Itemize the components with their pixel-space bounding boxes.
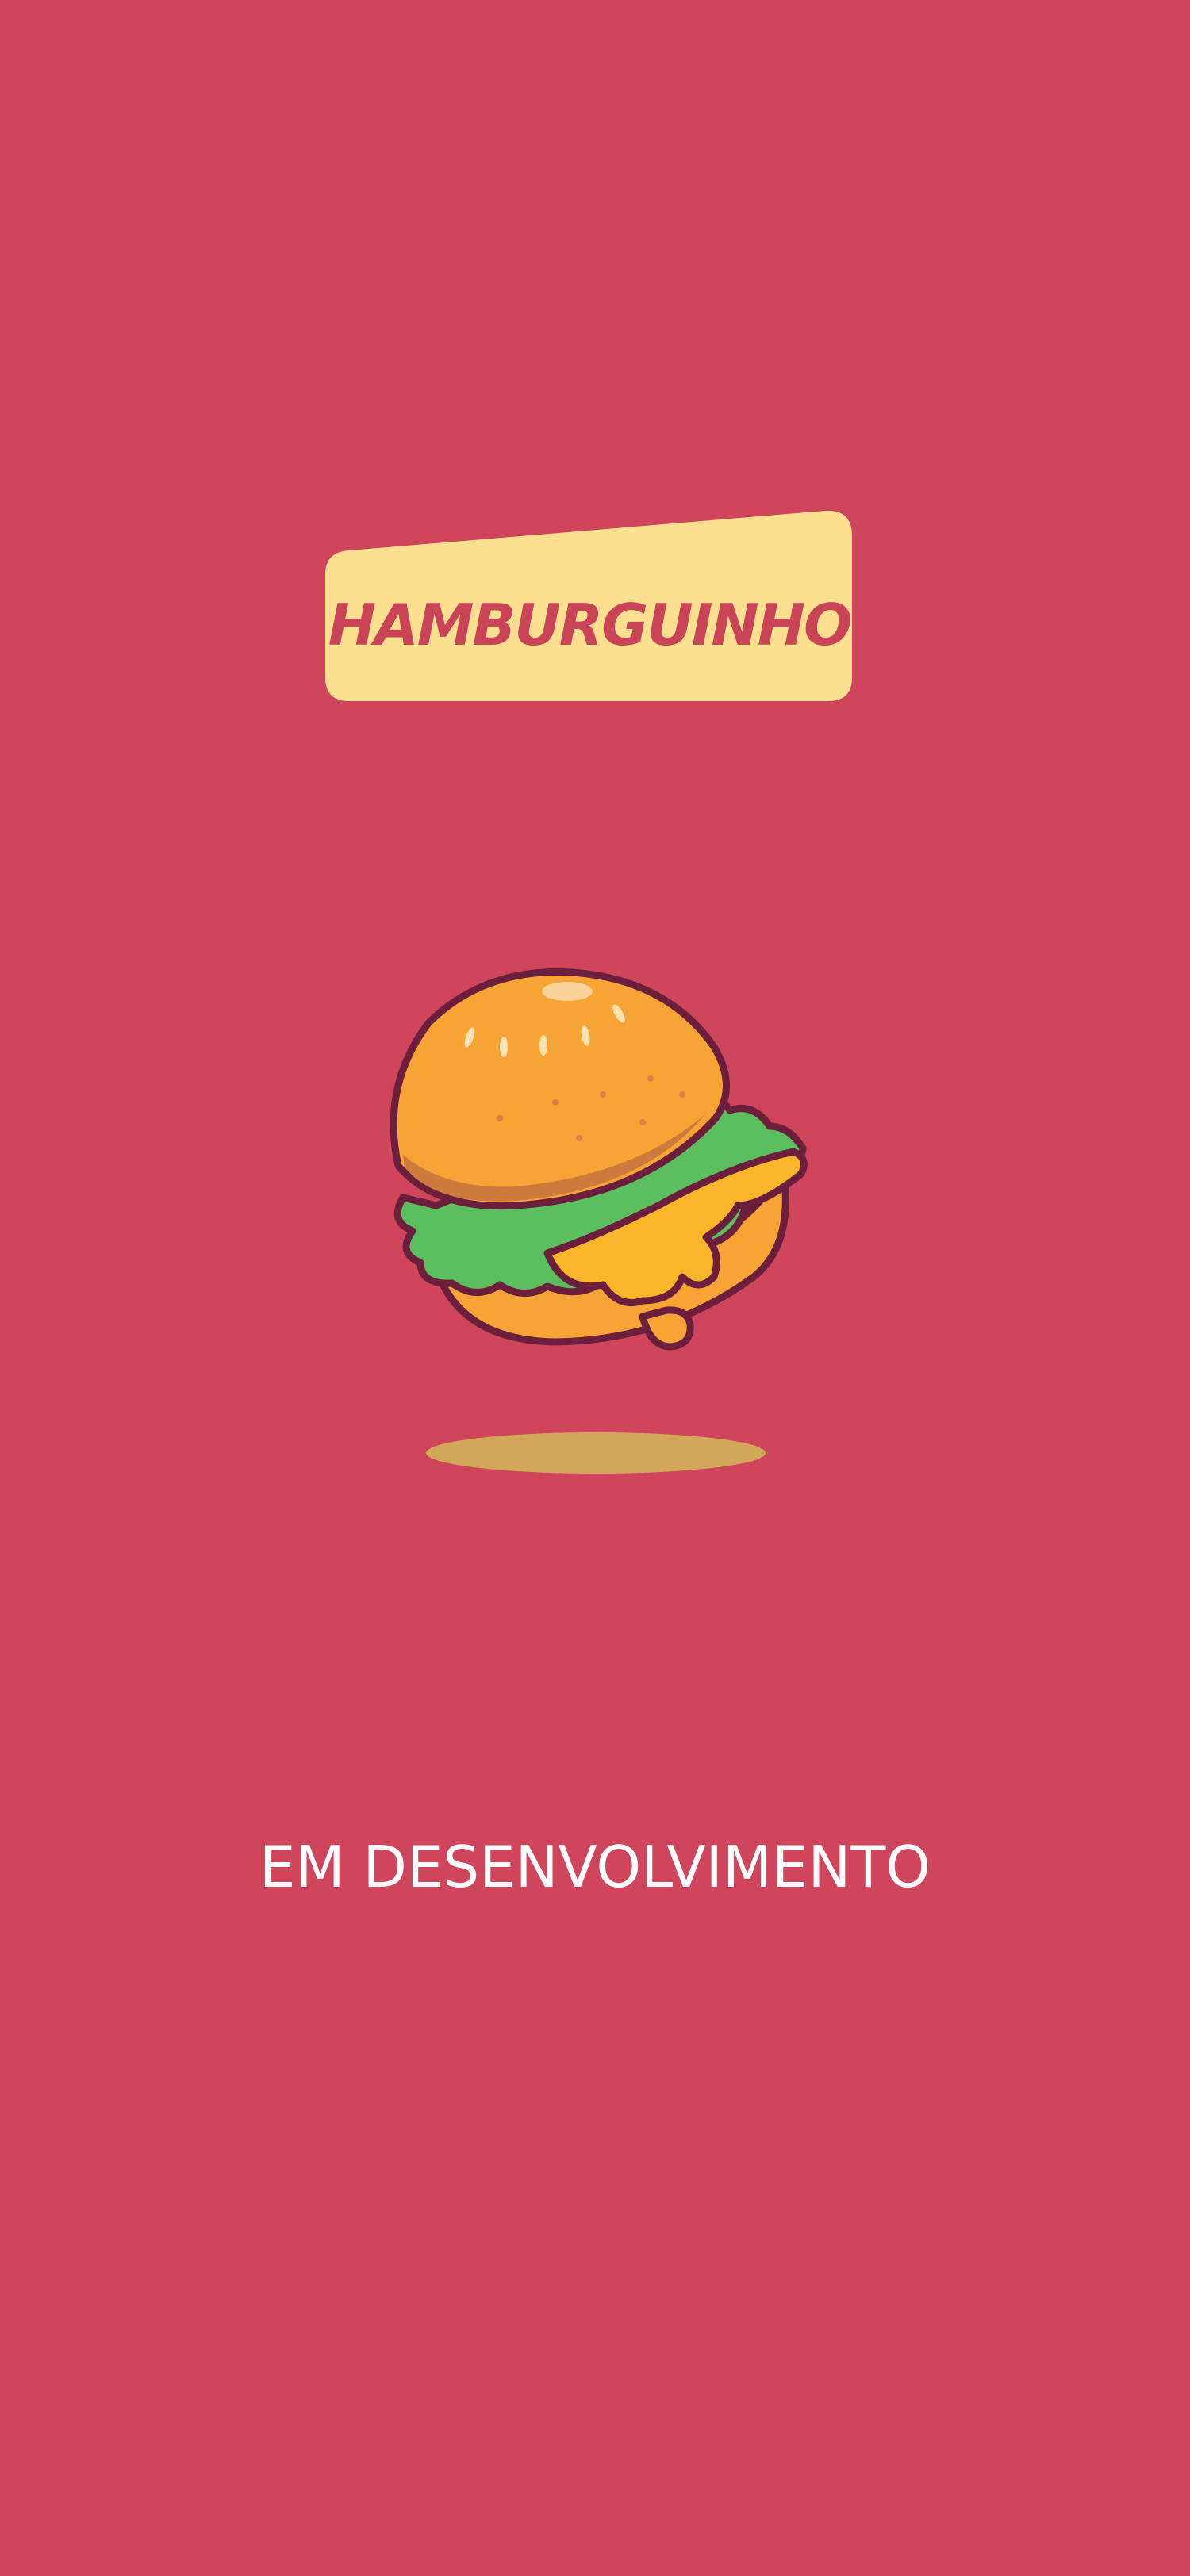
status-text: EM DESENVOLVIMENTO (259, 1834, 931, 1900)
floating-shadow-icon (426, 1432, 766, 1474)
hamburger-illustration-icon (390, 968, 808, 1351)
app-logo: HAMBURGUINHO (325, 511, 854, 701)
splash-screen: HAMBURGUINHO EM DESENVOLVIMENTO (0, 0, 1190, 2576)
logo-text: HAMBURGUINHO (328, 592, 853, 658)
